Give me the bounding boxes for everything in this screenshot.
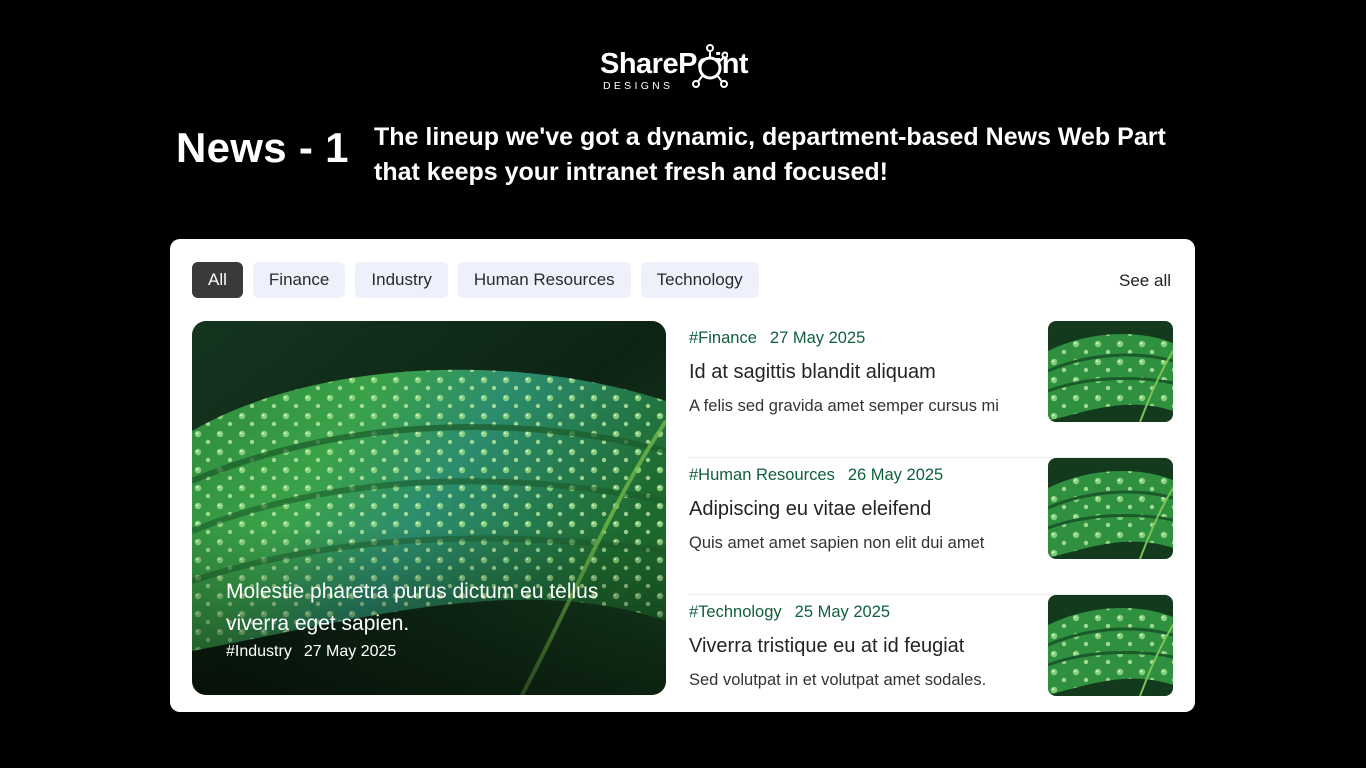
featured-date: 27 May 2025 bbox=[303, 643, 397, 660]
network-nodes-icon bbox=[692, 44, 728, 88]
article-date: 27 May 2025 bbox=[769, 329, 866, 347]
featured-article[interactable]: Molestie pharetra purus dictum eu tellus… bbox=[192, 321, 666, 695]
featured-meta: #Industry 27 May 2025 bbox=[226, 643, 396, 661]
filter-technology[interactable]: Technology bbox=[640, 262, 759, 298]
article-excerpt: Quis amet amet sapien non elit dui amet bbox=[689, 534, 985, 552]
article-meta: #Human Resources 26 May 2025 bbox=[689, 466, 943, 485]
page-tagline: The lineup we've got a dynamic, departme… bbox=[374, 123, 1166, 186]
article-excerpt: A felis sed gravida amet semper cursus m… bbox=[689, 397, 999, 415]
article-category[interactable]: #Technology bbox=[689, 603, 782, 621]
thumbnail-image bbox=[1048, 595, 1173, 696]
article-title[interactable]: Viverra tristique eu at id feugiat bbox=[689, 635, 964, 658]
article-meta: #Technology 25 May 2025 bbox=[689, 603, 890, 622]
list-item[interactable]: #Technology 25 May 2025 Viverra tristique… bbox=[689, 595, 1173, 732]
article-thumbnail[interactable] bbox=[1048, 321, 1173, 422]
article-excerpt: Sed volutpat in et volutpat amet sodales… bbox=[689, 671, 987, 689]
article-thumbnail[interactable] bbox=[1048, 595, 1173, 696]
category-filters: All Finance Industry Human Resources Tec… bbox=[192, 262, 759, 298]
filter-human-resources[interactable]: Human Resources bbox=[457, 262, 631, 298]
featured-category[interactable]: #Industry bbox=[226, 643, 292, 660]
article-thumbnail[interactable] bbox=[1048, 458, 1173, 559]
article-meta: #Finance 27 May 2025 bbox=[689, 329, 865, 348]
see-all-link[interactable]: See all bbox=[1119, 271, 1171, 291]
list-item[interactable]: #Human Resources 26 May 2025 Adipiscing e… bbox=[689, 458, 1173, 595]
article-list: #Finance 27 May 2025 Id at sagittis bland… bbox=[689, 321, 1173, 732]
brand-tagline: DESIGNS bbox=[603, 80, 674, 92]
news-web-part: All Finance Industry Human Resources Tec… bbox=[170, 239, 1195, 712]
article-title[interactable]: Adipiscing eu vitae eleifend bbox=[689, 498, 931, 521]
article-category[interactable]: #Finance bbox=[689, 329, 757, 347]
article-title[interactable]: Id at sagittis blandit aliquam bbox=[689, 361, 936, 384]
featured-title[interactable]: Molestie pharetra purus dictum eu tellus… bbox=[226, 576, 626, 640]
filter-finance[interactable]: Finance bbox=[252, 262, 346, 298]
thumbnail-image bbox=[1048, 321, 1173, 422]
page-title: News - 1 bbox=[176, 124, 349, 171]
list-item[interactable]: #Finance 27 May 2025 Id at sagittis bland… bbox=[689, 321, 1173, 458]
article-date: 25 May 2025 bbox=[794, 603, 891, 621]
article-category[interactable]: #Human Resources bbox=[689, 466, 835, 484]
brand-logo: SharePoint DESIGNS bbox=[598, 44, 768, 94]
article-date: 26 May 2025 bbox=[847, 466, 944, 484]
filter-industry[interactable]: Industry bbox=[355, 262, 448, 298]
filter-all[interactable]: All bbox=[192, 262, 243, 298]
thumbnail-image bbox=[1048, 458, 1173, 559]
